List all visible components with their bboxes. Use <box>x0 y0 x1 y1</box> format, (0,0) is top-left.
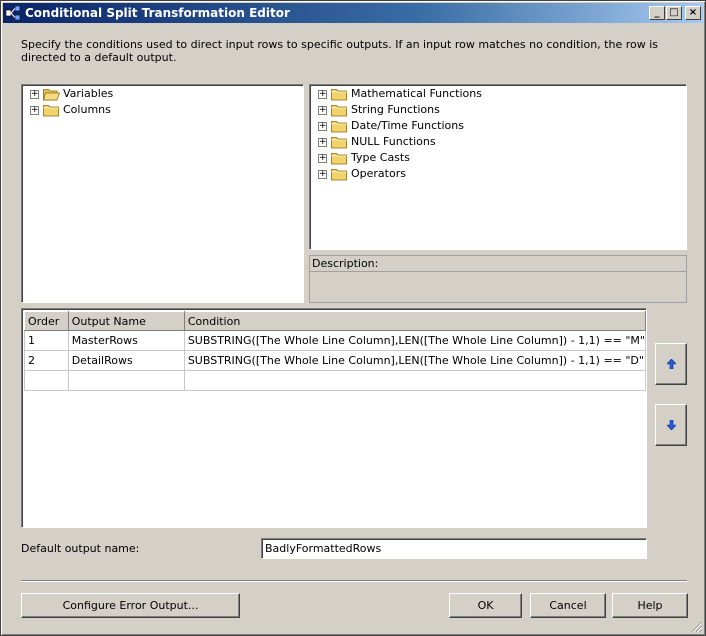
tree-label: Date/Time Functions <box>351 119 464 132</box>
button-label: Help <box>637 599 663 612</box>
button-label: Configure Error Output... <box>62 599 199 612</box>
configure-error-output-button[interactable]: Configure Error Output... <box>21 593 240 618</box>
expand-icon[interactable]: + <box>30 90 39 99</box>
folder-icon <box>331 167 348 181</box>
move-down-button[interactable] <box>655 404 687 446</box>
expand-icon[interactable]: + <box>318 170 327 179</box>
close-button[interactable]: × <box>685 6 701 20</box>
folder-icon <box>331 135 348 149</box>
expand-icon[interactable]: + <box>318 90 327 99</box>
tree-label: Columns <box>63 103 111 116</box>
default-output-label: Default output name: <box>21 542 140 555</box>
description-panel: Description: <box>309 255 687 303</box>
arrow-up-icon <box>667 359 676 369</box>
output-name-cell[interactable]: DetailRows <box>67 350 185 371</box>
order-cell[interactable] <box>24 370 69 391</box>
separator-line <box>21 580 687 582</box>
condition-cell[interactable] <box>183 370 647 391</box>
resize-grip-icon[interactable] <box>691 621 703 633</box>
ok-button[interactable]: OK <box>449 593 522 618</box>
minimize-button[interactable]: _ <box>649 6 665 20</box>
tree-label: String Functions <box>351 103 440 116</box>
folder-icon <box>43 103 60 117</box>
folder-icon <box>331 151 348 165</box>
output-name-cell[interactable]: MasterRows <box>67 330 185 351</box>
column-header-condition[interactable]: Condition <box>183 311 647 331</box>
grid-header-row: Order Output Name Condition <box>24 311 647 331</box>
folder-icon <box>331 87 348 101</box>
tree-label: Variables <box>63 87 114 100</box>
instructions-text: Specify the conditions used to direct in… <box>21 38 659 64</box>
button-label: Cancel <box>549 599 587 612</box>
expand-icon[interactable]: + <box>318 154 327 163</box>
new-row[interactable] <box>24 370 647 391</box>
column-header-output-name[interactable]: Output Name <box>67 311 185 331</box>
tree-label: Mathematical Functions <box>351 87 482 100</box>
expand-icon[interactable]: + <box>318 138 327 147</box>
order-cell[interactable]: 2 <box>24 350 69 371</box>
column-header-order[interactable]: Order <box>24 311 69 331</box>
variables-columns-tree[interactable]: + Variables + Columns <box>21 84 304 303</box>
condition-cell[interactable]: SUBSTRING([The Whole Line Column],LEN([T… <box>183 350 647 371</box>
expand-icon[interactable]: + <box>318 106 327 115</box>
order-cell[interactable]: 1 <box>24 330 69 351</box>
condition-cell[interactable]: SUBSTRING([The Whole Line Column],LEN([T… <box>183 330 647 351</box>
dialog-window: Conditional Split Transformation Editor … <box>0 0 706 636</box>
expand-icon[interactable]: + <box>30 106 39 115</box>
cancel-button[interactable]: Cancel <box>530 593 606 618</box>
folder-icon <box>331 119 348 133</box>
button-label: OK <box>477 599 494 612</box>
maximize-button[interactable]: □ <box>666 6 682 20</box>
conditions-table: Order Output Name Condition 1 MasterRows… <box>24 311 647 391</box>
functions-tree[interactable]: + Mathematical Functions + String Functi… <box>309 84 687 250</box>
description-label: Description: <box>310 256 686 272</box>
folder-icon <box>331 103 348 117</box>
output-name-cell[interactable] <box>67 370 185 391</box>
move-up-button[interactable] <box>655 343 687 385</box>
table-row[interactable]: 1 MasterRows SUBSTRING([The Whole Line C… <box>24 330 647 351</box>
default-output-input[interactable]: BadlyFormattedRows <box>261 538 647 559</box>
expand-icon[interactable]: + <box>318 122 327 131</box>
arrow-down-icon <box>667 420 676 430</box>
window-title: Conditional Split Transformation Editor <box>25 6 290 20</box>
transform-icon <box>5 5 21 21</box>
tree-label: NULL Functions <box>351 135 436 148</box>
help-button[interactable]: Help <box>612 593 688 618</box>
tree-label: Operators <box>351 167 406 180</box>
folder-open-icon <box>42 87 61 101</box>
table-row[interactable]: 2 DetailRows SUBSTRING([The Whole Line C… <box>24 350 647 371</box>
tree-label: Type Casts <box>351 151 410 164</box>
conditions-grid[interactable]: Order Output Name Condition 1 MasterRows… <box>21 308 647 528</box>
title-bar[interactable]: Conditional Split Transformation Editor … <box>3 3 703 23</box>
